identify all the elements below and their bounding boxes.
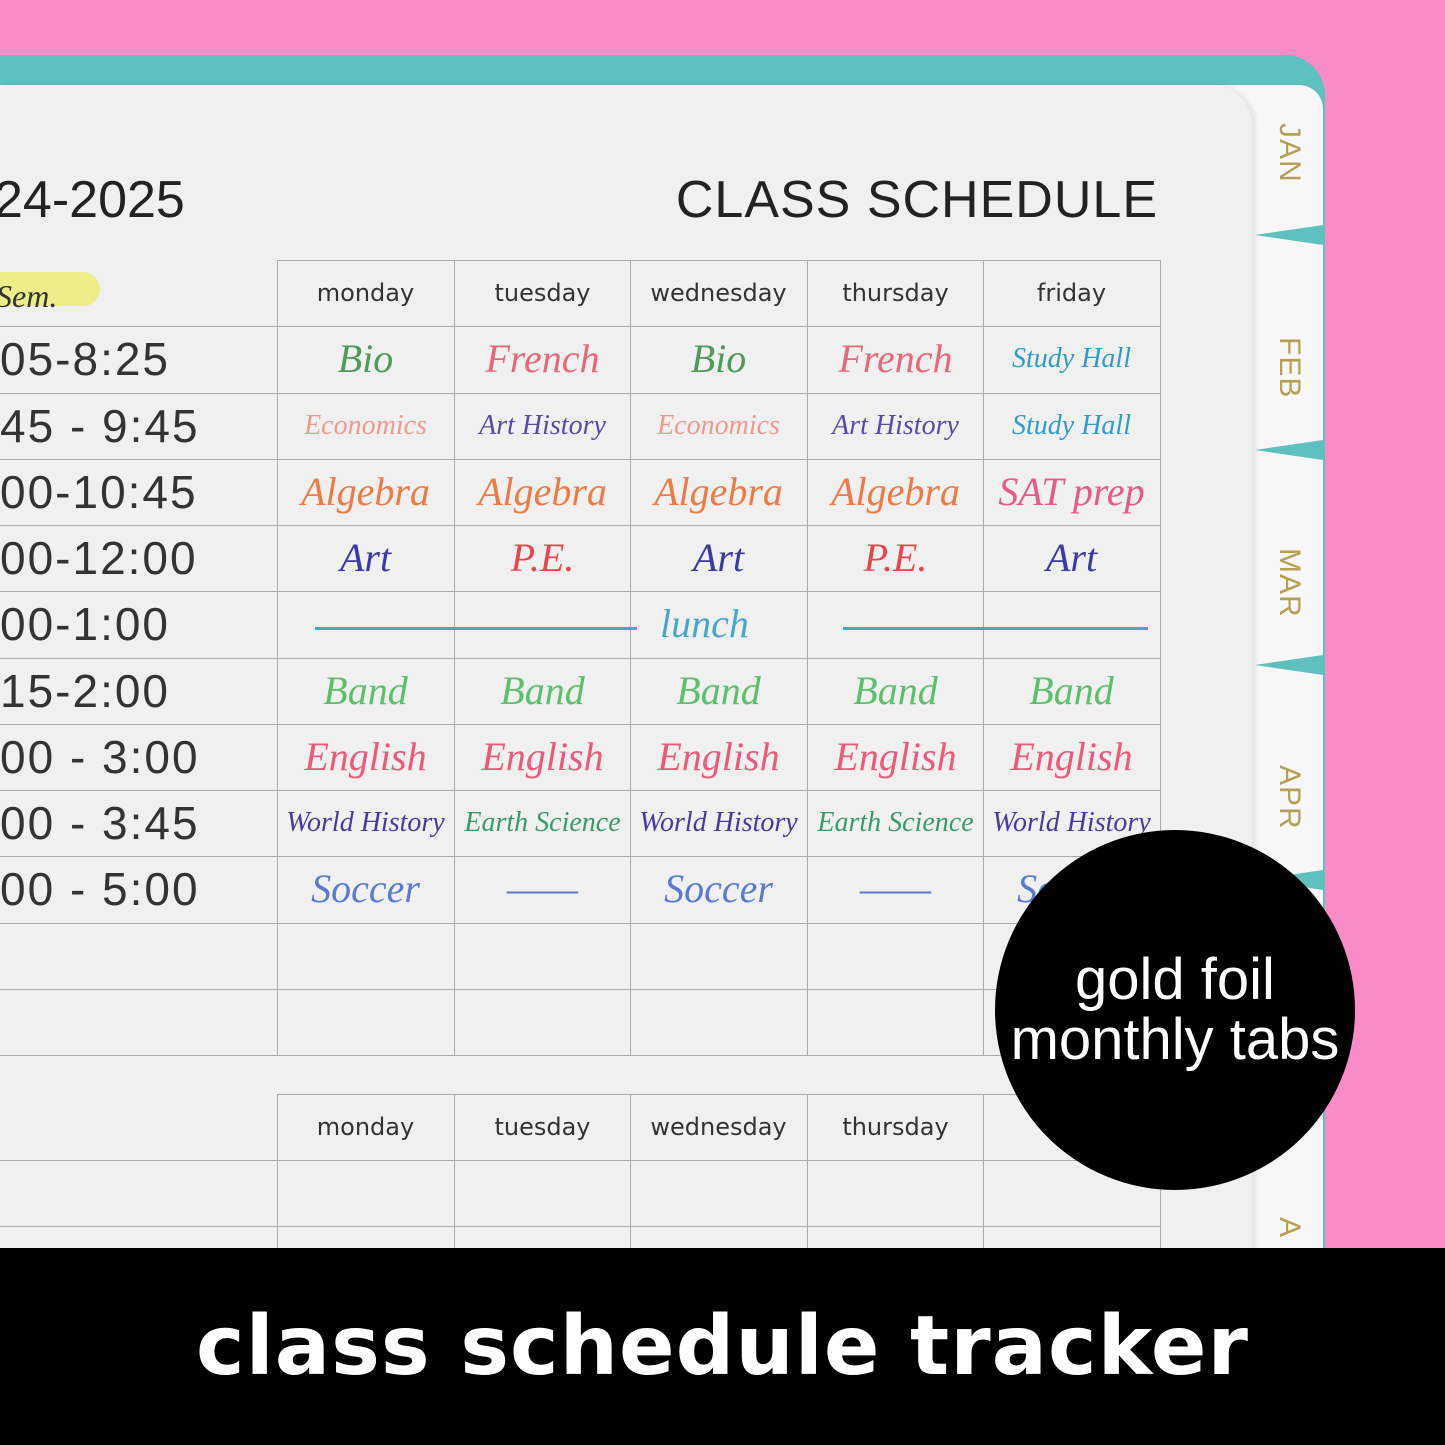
class-cell: English <box>1010 733 1133 779</box>
month-label: A <box>1273 1216 1306 1238</box>
class-cell: Study Hall <box>1012 409 1131 441</box>
month-label: FEB <box>1273 336 1306 399</box>
grid-line <box>277 1226 1160 1227</box>
class-cell: Bio <box>690 336 747 382</box>
month-label: MAR <box>1273 547 1306 618</box>
grid-line <box>0 988 1160 990</box>
month-label: APR <box>1273 765 1306 830</box>
caption-text: class schedule tracker <box>196 1299 1249 1394</box>
class-cell: English <box>657 733 780 779</box>
class-cell: Band <box>323 667 408 713</box>
class-cell: Earth Science <box>464 807 621 838</box>
lunch-line <box>843 627 1148 630</box>
class-cell: Band <box>1029 667 1114 713</box>
class-cell: Economics <box>657 409 780 441</box>
class-cell: English <box>481 733 604 779</box>
day-header: wednesday <box>650 279 787 307</box>
class-cell: Earth Science <box>817 807 974 838</box>
class-cell: Algebra <box>478 468 607 514</box>
tab-divider <box>1255 440 1323 460</box>
time-slot: 15-2:00 <box>0 664 171 717</box>
class-cell: World History <box>639 807 798 838</box>
class-cell: Art <box>339 535 392 580</box>
time-slot: 00 - 5:00 <box>0 863 200 916</box>
class-cell: Art <box>692 535 745 580</box>
day-header: thursday <box>842 1113 949 1141</box>
class-cell: —— <box>506 866 579 912</box>
grid-line <box>0 1226 277 1227</box>
grid-line <box>0 1160 277 1161</box>
day-header: tuesday <box>494 1113 591 1141</box>
class-cell: P.E. <box>510 535 575 580</box>
grid-line <box>0 1055 1160 1056</box>
month-tab-jan[interactable]: JAN <box>1255 80 1323 225</box>
time-slot: 00-12:00 <box>0 532 198 584</box>
class-cell: SAT prep <box>998 468 1145 514</box>
class-cell: World History <box>286 807 445 838</box>
class-cell: French <box>838 336 953 382</box>
time-slot: 00 - 3:45 <box>0 797 200 849</box>
month-tab-apr[interactable]: APR <box>1255 725 1323 870</box>
class-cell: English <box>304 733 427 779</box>
class-cell: Art <box>1045 535 1098 580</box>
day-header: monday <box>316 279 415 307</box>
class-cell: Art History <box>479 409 606 441</box>
class-cell: French <box>485 336 600 382</box>
page-title: CLASS SCHEDULE <box>675 171 1158 229</box>
class-cell: Study Hall <box>1012 343 1131 375</box>
day-header: friday <box>1036 279 1107 307</box>
grid-line <box>277 1160 1160 1161</box>
semester-label: Sem. <box>0 278 58 314</box>
class-cell: —— <box>859 866 932 912</box>
feature-badge: gold foil monthly tabs <box>995 830 1355 1190</box>
class-cell: Algebra <box>831 468 960 514</box>
time-slot: 05-8:25 <box>0 333 171 386</box>
month-tab-feb[interactable]: FEB <box>1255 295 1323 440</box>
class-cell: Art History <box>832 409 959 441</box>
class-cell: Algebra <box>654 468 783 514</box>
class-cell: Soccer <box>664 866 773 912</box>
time-slot: 00 - 3:00 <box>0 730 200 783</box>
year-label: 24-2025 <box>0 171 185 229</box>
class-cell: Bio <box>337 336 394 382</box>
class-cell: Band <box>500 667 585 713</box>
time-slot: 00-10:45 <box>0 465 198 518</box>
class-cell: P.E. <box>863 535 928 580</box>
day-header: monday <box>316 1113 415 1141</box>
class-cell: Algebra <box>301 468 430 514</box>
day-header: wednesday <box>650 1113 787 1141</box>
class-cell: Soccer <box>311 866 420 912</box>
tab-divider <box>1255 655 1323 675</box>
month-tab-mar[interactable]: MAR <box>1255 510 1323 655</box>
class-cell: Band <box>853 667 938 713</box>
lunch-label: lunch <box>660 601 749 646</box>
class-cell: Economics <box>304 409 427 441</box>
tab-divider <box>1255 225 1323 245</box>
grid-line <box>0 922 1160 924</box>
day-header: thursday <box>842 279 949 307</box>
day-header: tuesday <box>494 279 591 307</box>
month-label: JAN <box>1273 122 1306 183</box>
lunch-line <box>315 627 637 630</box>
class-cell: Band <box>676 667 761 713</box>
class-cell: English <box>834 733 957 779</box>
caption-banner: class schedule tracker <box>0 1248 1445 1445</box>
time-slot: 45 - 9:45 <box>0 399 200 452</box>
time-slot: 00-1:00 <box>0 598 171 651</box>
